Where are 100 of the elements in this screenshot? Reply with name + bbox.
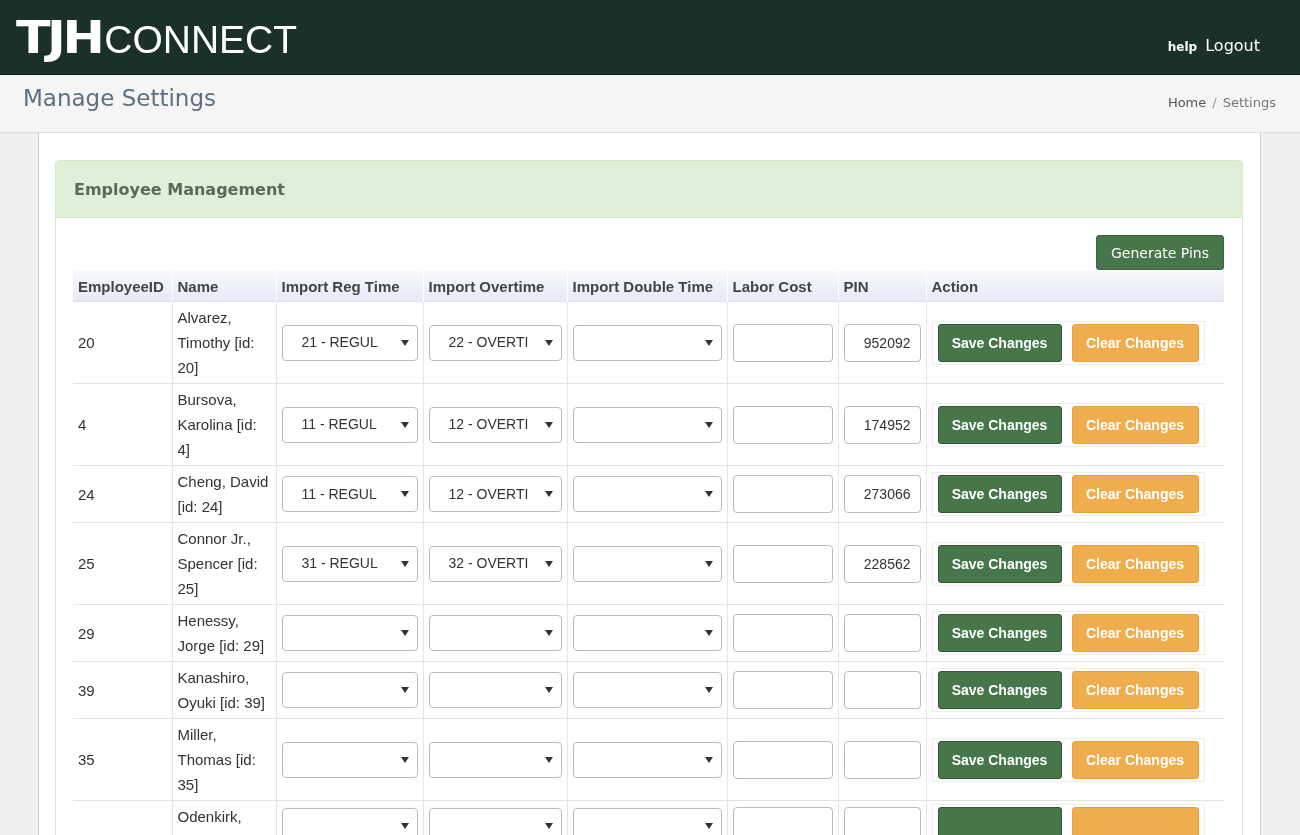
dropdown[interactable]: 11 - REGUL [281, 476, 418, 512]
help-link[interactable]: help [1167, 39, 1198, 54]
caret-icon [544, 339, 553, 346]
panel-heading: Employee Management [74, 179, 285, 199]
caret-icon [400, 687, 409, 693]
breadcrumb-link[interactable]: Settings [1222, 95, 1276, 110]
caret-icon [400, 491, 409, 497]
dropdown[interactable]: 32 - OVERTI [428, 545, 562, 582]
caret-icon [704, 560, 713, 567]
save-changes-button[interactable] [937, 807, 1062, 835]
pin-field[interactable] [843, 807, 921, 835]
pin-field[interactable] [843, 740, 921, 779]
page-title: Manage Settings [23, 85, 216, 113]
employee-name: Kanashiro, Oyuki [id: 39] [177, 669, 266, 711]
caret-icon [544, 491, 553, 497]
caret-icon [400, 560, 409, 567]
pin-field[interactable] [843, 671, 921, 709]
labor-cost-field[interactable] [732, 475, 833, 513]
dropdown[interactable]: 22 - OVERTI [428, 324, 562, 361]
column-header: Import Reg Time [276, 271, 423, 302]
save-changes-button[interactable]: Save Changes [937, 614, 1062, 652]
employee-name: Connor Jr., Spencer [id: 25] [177, 530, 258, 597]
dropdown[interactable] [428, 741, 562, 778]
caret-icon [400, 823, 409, 829]
caret-icon [544, 630, 553, 636]
caret-icon [704, 630, 713, 636]
dropdown[interactable] [572, 672, 722, 708]
column-header: PIN [838, 271, 926, 302]
dropdown[interactable] [572, 741, 722, 778]
labor-cost-field[interactable] [732, 405, 833, 444]
dropdown[interactable] [428, 615, 562, 651]
caret-icon [704, 756, 713, 763]
dropdown[interactable] [572, 615, 722, 651]
dropdown[interactable]: 12 - OVERTI [428, 476, 562, 512]
dropdown[interactable] [281, 615, 418, 651]
column-header: Import Double Time [567, 271, 727, 302]
dropdown[interactable] [281, 741, 418, 778]
dropdown[interactable] [572, 808, 722, 835]
save-changes-button[interactable]: Save Changes [937, 740, 1062, 779]
employee-name: Cheng, David [id: 24] [177, 473, 269, 515]
column-header: Import Overtime [423, 271, 567, 302]
caret-icon [400, 421, 409, 428]
pin-field[interactable]: 174952 [843, 405, 921, 444]
labor-cost-field[interactable] [732, 740, 833, 779]
employee-name: Alvarez, Timothy [id: 20] [177, 309, 255, 376]
employee-name: Miller, Thomas [id: 35] [177, 726, 256, 793]
save-changes-button[interactable]: Save Changes [937, 405, 1062, 444]
save-changes-button[interactable]: Save Changes [937, 323, 1062, 362]
employee-id: 24 [78, 485, 95, 503]
dropdown[interactable] [572, 324, 722, 361]
save-changes-button[interactable]: Save Changes [937, 671, 1062, 709]
breadcrumb-link[interactable]: Home [1167, 95, 1207, 110]
labor-cost-field[interactable] [732, 323, 833, 362]
dropdown[interactable]: 31 - REGUL [281, 545, 418, 582]
logout-link[interactable]: Logout [1205, 35, 1260, 55]
caret-icon [544, 421, 553, 428]
caret-icon [544, 560, 553, 567]
dropdown[interactable]: 12 - OVERTI [428, 406, 562, 443]
pin-field[interactable]: 228562 [843, 544, 921, 583]
employee-id: 39 [78, 681, 95, 699]
dropdown[interactable]: 21 - REGUL [281, 324, 418, 361]
employee-id: 35 [78, 751, 95, 768]
dropdown[interactable] [572, 476, 722, 512]
labor-cost-field[interactable] [732, 671, 833, 709]
employee-name: Henessy, Jorge [id: 29] [177, 612, 265, 654]
dropdown[interactable] [281, 808, 418, 835]
save-changes-button[interactable]: Save Changes [937, 544, 1062, 583]
caret-icon [544, 823, 553, 829]
employee-id: 20 [78, 334, 95, 351]
breadcrumb-separator: / [1212, 95, 1217, 110]
caret-icon [544, 756, 553, 763]
pin-field[interactable]: 273066 [843, 475, 921, 513]
column-header: Name [172, 271, 276, 302]
caret-icon [544, 687, 553, 693]
dropdown[interactable] [572, 545, 722, 582]
labor-cost-field[interactable] [732, 807, 833, 835]
employee-name: Bursova, Karolina [id: 4] [177, 391, 257, 458]
clear-changes-button[interactable] [1071, 807, 1199, 835]
caret-icon [704, 339, 713, 346]
caret-icon [704, 421, 713, 428]
employee-id: 25 [78, 555, 95, 572]
pin-field[interactable] [843, 614, 921, 652]
pin-field[interactable]: 952092 [843, 323, 921, 362]
dropdown[interactable]: 11 - REGUL [281, 406, 418, 443]
dropdown[interactable] [428, 808, 562, 835]
save-changes-button[interactable]: Save Changes [937, 475, 1062, 513]
column-header: EmployeeID [73, 271, 172, 302]
caret-icon [400, 339, 409, 346]
logo[interactable]: TJHCONNECT [16, 11, 298, 63]
labor-cost-field[interactable] [732, 614, 833, 652]
caret-icon [704, 491, 713, 497]
dropdown[interactable] [428, 672, 562, 708]
labor-cost-field[interactable] [732, 544, 833, 583]
caret-icon [704, 823, 713, 829]
dropdown[interactable] [281, 672, 418, 708]
generate-pins-button[interactable]: Generate Pins [1095, 235, 1224, 270]
column-header: Labor Cost [727, 271, 838, 302]
employee-name: Odenkirk, [177, 808, 242, 825]
column-header: Action [926, 271, 1224, 302]
dropdown[interactable] [572, 406, 722, 443]
